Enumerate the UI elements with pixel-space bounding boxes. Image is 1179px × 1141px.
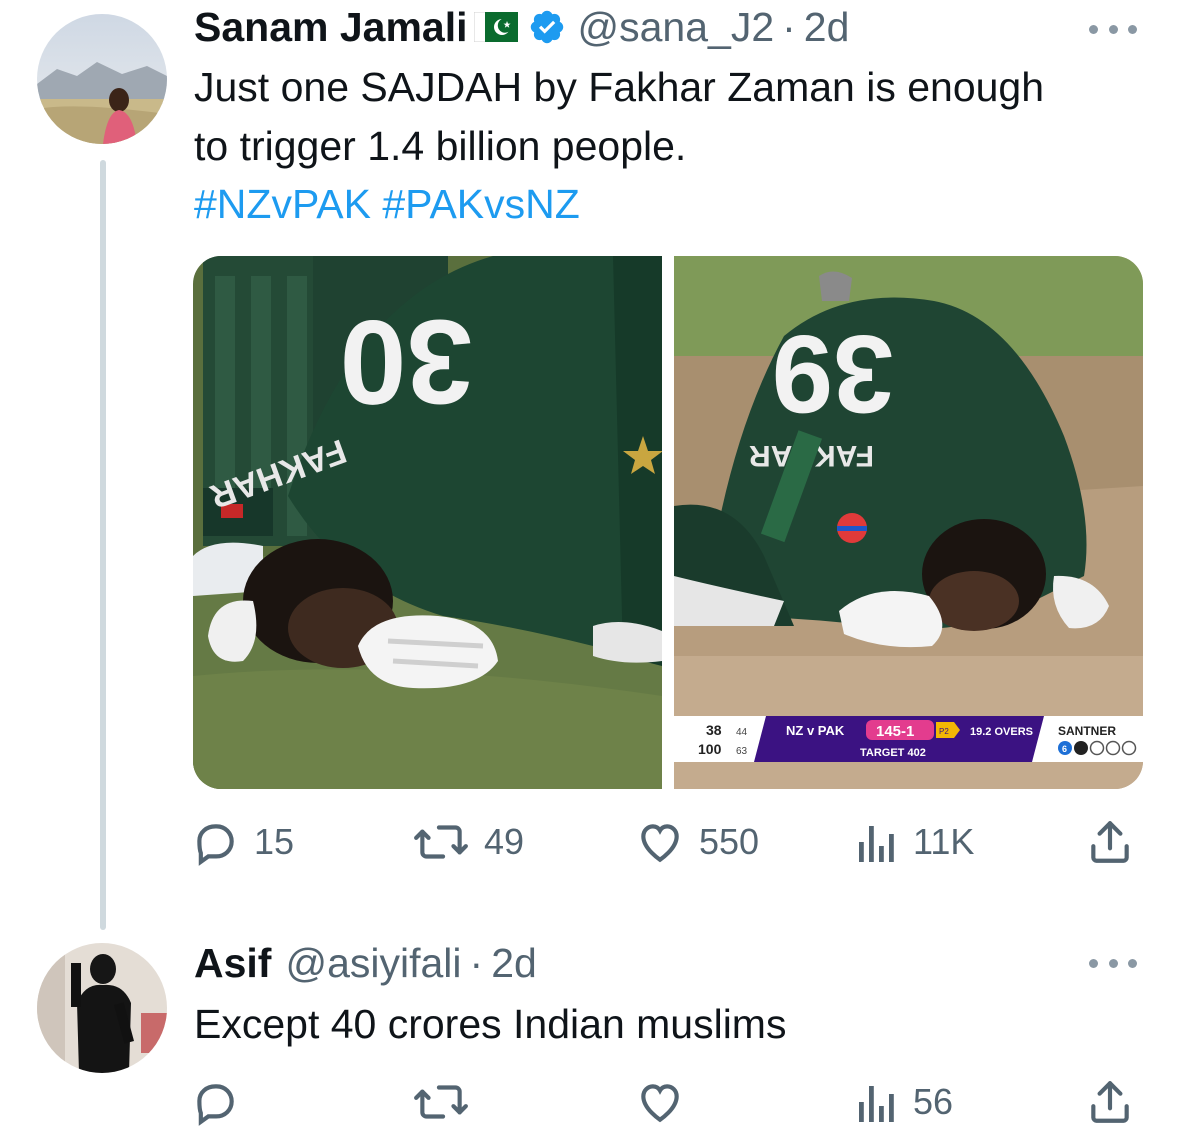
tweet-text-line: Just one SAJDAH by Fakhar Zaman is enoug… xyxy=(194,64,1045,110)
reply-count: 15 xyxy=(254,821,295,862)
tweet-action-bar: 15 49 550 11K xyxy=(190,812,1150,872)
scorebug-match: NZ v PAK xyxy=(786,723,845,738)
scorebug-ball: 6 xyxy=(1062,744,1067,754)
scorebug-batter-runs: 100 xyxy=(698,741,722,757)
retweet-icon xyxy=(414,1085,468,1119)
author-name[interactable]: Asif xyxy=(194,940,271,986)
reply-icon xyxy=(197,824,234,866)
more-options-button[interactable] xyxy=(1089,22,1137,36)
author-avatar[interactable] xyxy=(37,943,167,1073)
verified-icon xyxy=(530,10,563,44)
views-button[interactable]: 56 xyxy=(855,1072,953,1132)
jersey-number: 39 xyxy=(772,312,894,435)
scorebug-overs: 19.2 OVERS xyxy=(970,726,1033,738)
tweet-header: Asif @asiyifali · 2d xyxy=(194,940,537,986)
views-icon xyxy=(859,826,894,862)
tweet-timestamp[interactable]: 2d xyxy=(804,4,850,50)
like-button[interactable]: 550 xyxy=(635,812,759,872)
hashtags-link[interactable]: #NZvPAK #PAKvsNZ xyxy=(194,175,580,233)
views-count: 11K xyxy=(913,821,975,862)
scorebug-bowler: SANTNER xyxy=(1058,724,1116,738)
scorebug-target: TARGET 402 xyxy=(860,747,926,759)
share-button[interactable] xyxy=(1085,812,1135,872)
author-handle[interactable]: @sana_J2 xyxy=(578,4,775,50)
tweet-photo[interactable]: 30 FAKHAR xyxy=(193,256,662,789)
jersey-number: 30 xyxy=(340,295,473,429)
tweet-timestamp[interactable]: 2d xyxy=(491,940,537,986)
like-icon xyxy=(641,824,679,863)
views-count: 56 xyxy=(913,1081,954,1122)
author-avatar[interactable] xyxy=(37,14,167,144)
scorebug-score: 145-1 xyxy=(876,723,914,740)
share-button[interactable] xyxy=(1085,1072,1135,1132)
share-icon xyxy=(1091,1081,1129,1123)
like-icon xyxy=(641,1084,679,1123)
like-count: 550 xyxy=(699,821,760,862)
tweet-action-bar: 56 xyxy=(190,1072,1150,1132)
tweet-text-line: to trigger 1.4 billion people. xyxy=(194,123,687,169)
tweet-text-line: Except 40 crores Indian muslims xyxy=(194,1001,787,1047)
reply-button[interactable] xyxy=(190,1072,254,1132)
separator-dot: · xyxy=(782,4,796,50)
tweet-media-grid[interactable]: 30 FAKHAR 39 FAKHAR xyxy=(193,256,1143,789)
separator-dot: · xyxy=(469,940,484,986)
tweet-header: Sanam Jamali @sana_J2 · 2d xyxy=(194,4,849,50)
tweet-photo[interactable]: 39 FAKHAR 38 44 100 63 NZ v PAK 145-1 P2… xyxy=(674,256,1143,789)
scorebug-batter-runs: 38 xyxy=(706,722,722,738)
pakistan-flag-icon xyxy=(473,12,518,42)
more-options-button[interactable] xyxy=(1089,956,1137,970)
retweet-button[interactable]: 49 xyxy=(412,812,524,872)
retweet-count: 49 xyxy=(484,821,525,862)
share-icon xyxy=(1091,821,1129,863)
views-button[interactable]: 11K xyxy=(855,812,974,872)
author-name[interactable]: Sanam Jamali xyxy=(194,4,468,50)
more-icon xyxy=(1089,958,1098,968)
retweet-icon xyxy=(414,825,468,859)
reply-button[interactable]: 15 xyxy=(190,812,294,872)
scorebug-batter-balls: 63 xyxy=(736,746,748,757)
reply-icon xyxy=(197,1084,234,1126)
author-handle[interactable]: @asiyifali xyxy=(285,940,461,986)
retweet-button[interactable] xyxy=(412,1072,484,1132)
more-icon xyxy=(1089,24,1098,34)
scorebug-batter-balls: 44 xyxy=(736,727,748,738)
scorebug-powerplay: P2 xyxy=(939,727,949,736)
like-button[interactable] xyxy=(635,1072,699,1132)
views-icon xyxy=(859,1086,894,1122)
thread-connector-line xyxy=(100,160,106,930)
